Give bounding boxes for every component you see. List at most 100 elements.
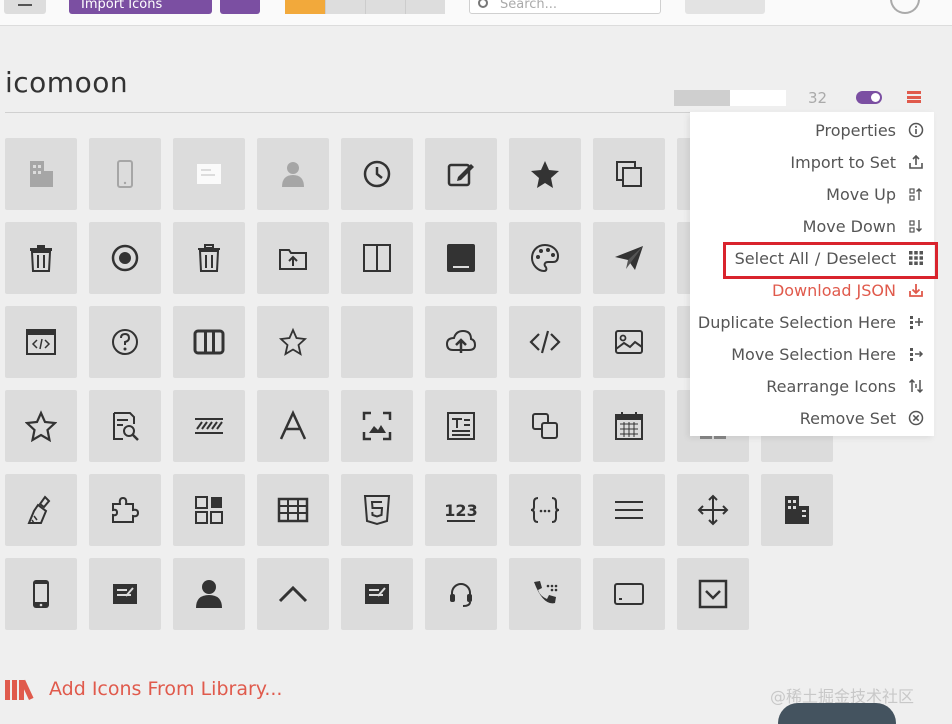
icon-cell[interactable] (89, 222, 161, 294)
icon-cell[interactable] (593, 390, 665, 462)
search-input[interactable]: Search... (469, 0, 661, 14)
icon-cell[interactable] (677, 474, 749, 546)
icon-cell[interactable] (425, 558, 497, 630)
icon-cell[interactable] (257, 390, 329, 462)
menu-item-label: Remove Set (799, 408, 896, 428)
icon-cell[interactable] (341, 558, 413, 630)
icon-cell[interactable] (593, 138, 665, 210)
set-divider (5, 112, 720, 113)
icon-cell[interactable] (341, 474, 413, 546)
user-icon[interactable] (890, 0, 920, 14)
icon-cell[interactable] (257, 222, 329, 294)
selection-highlight-box (723, 242, 938, 279)
braces-icon (530, 497, 560, 523)
menu-item-remove-set[interactable]: Remove Set (800, 402, 924, 434)
library-button[interactable] (220, 0, 260, 14)
menu-item-move-selection[interactable]: Move Selection Here (731, 338, 924, 370)
icon-cell[interactable] (509, 558, 581, 630)
icon-cell[interactable] (5, 390, 77, 462)
icon-cell[interactable] (89, 474, 161, 546)
icon-cell[interactable] (341, 306, 413, 378)
icon-cell[interactable] (173, 390, 245, 462)
tablet-icon (614, 583, 644, 605)
chevron-up-icon (278, 585, 308, 603)
icon-cell[interactable] (5, 474, 77, 546)
user-icon-2 (196, 580, 222, 608)
top-toolbar: Import Icons Search... (0, 0, 952, 26)
menu-item-move-up[interactable]: Move Up (826, 178, 924, 210)
import-icons-button[interactable]: Import Icons (69, 0, 212, 14)
office-icon-2 (785, 496, 809, 524)
icon-cell[interactable] (257, 474, 329, 546)
menu-item-duplicate-selection[interactable]: Duplicate Selection Here (698, 306, 924, 338)
icon-cell[interactable] (761, 474, 833, 546)
zoom-control[interactable] (685, 0, 765, 14)
menu-item-label: Rearrange Icons (766, 376, 896, 396)
menu-item-label: Download JSON (771, 280, 896, 300)
icon-cell[interactable] (173, 138, 245, 210)
add-icons-from-library-link[interactable]: Add Icons From Library... (5, 678, 282, 700)
icon-cell[interactable] (677, 558, 749, 630)
icon-cell[interactable] (509, 390, 581, 462)
icon-cell[interactable] (425, 222, 497, 294)
icon-cell[interactable] (341, 222, 413, 294)
star-outline-icon (278, 327, 308, 356)
icon-cell[interactable] (509, 138, 581, 210)
edit-tool-button[interactable] (405, 0, 445, 14)
icon-cell[interactable] (593, 474, 665, 546)
move-selection-icon (908, 346, 924, 362)
icon-cell[interactable] (173, 222, 245, 294)
info-icon (908, 122, 924, 138)
delete-tool-button[interactable] (325, 0, 365, 14)
icon-cell[interactable] (509, 474, 581, 546)
icon-cell[interactable] (5, 222, 77, 294)
icon-cell[interactable] (173, 306, 245, 378)
move-icon (697, 494, 729, 526)
move-tool-button[interactable] (365, 0, 405, 14)
newspaper-icon-2 (113, 584, 137, 604)
select-tool-button[interactable] (285, 0, 325, 14)
icon-cell[interactable] (593, 222, 665, 294)
icon-cell[interactable] (425, 138, 497, 210)
icon-cell[interactable]: 123 (425, 474, 497, 546)
icon-cell[interactable] (89, 306, 161, 378)
menu-lines-icon (615, 501, 643, 519)
icon-cell[interactable] (341, 390, 413, 462)
icon-cell[interactable] (257, 138, 329, 210)
main-menu-button[interactable] (4, 0, 46, 14)
table-icon (277, 497, 309, 523)
menu-item-import-to-set[interactable]: Import to Set (790, 146, 924, 178)
star-outline-icon-2 (25, 410, 57, 442)
icon-cell[interactable] (173, 474, 245, 546)
icon-cell[interactable] (89, 558, 161, 630)
menu-item-move-down[interactable]: Move Down (803, 210, 924, 242)
icon-cell[interactable] (5, 306, 77, 378)
code-icon (529, 330, 561, 354)
icon-cell[interactable] (89, 138, 161, 210)
menu-item-rearrange-icons[interactable]: Rearrange Icons (766, 370, 924, 402)
icon-cell[interactable] (509, 306, 581, 378)
set-toggle[interactable] (856, 91, 882, 104)
palette-icon (530, 243, 560, 273)
icon-cell[interactable] (173, 558, 245, 630)
icon-cell[interactable] (89, 390, 161, 462)
menu-item-properties[interactable]: Properties (815, 114, 924, 146)
set-title: icomoon (5, 66, 129, 99)
icon-cell[interactable] (5, 138, 77, 210)
icon-size-slider[interactable] (674, 90, 786, 106)
columns-3-icon (193, 329, 225, 355)
move-down-icon (908, 218, 924, 234)
icon-count: 32 (808, 89, 828, 107)
icon-cell[interactable] (509, 222, 581, 294)
icon-cell[interactable] (257, 558, 329, 630)
icon-cell[interactable] (341, 138, 413, 210)
mobile-icon (117, 160, 133, 188)
icon-cell[interactable] (5, 558, 77, 630)
icon-cell[interactable] (425, 390, 497, 462)
icon-cell[interactable] (257, 306, 329, 378)
icon-cell[interactable] (593, 558, 665, 630)
set-menu-button[interactable] (907, 91, 921, 103)
image-icon (615, 330, 643, 354)
icon-cell[interactable] (425, 306, 497, 378)
icon-cell[interactable] (593, 306, 665, 378)
